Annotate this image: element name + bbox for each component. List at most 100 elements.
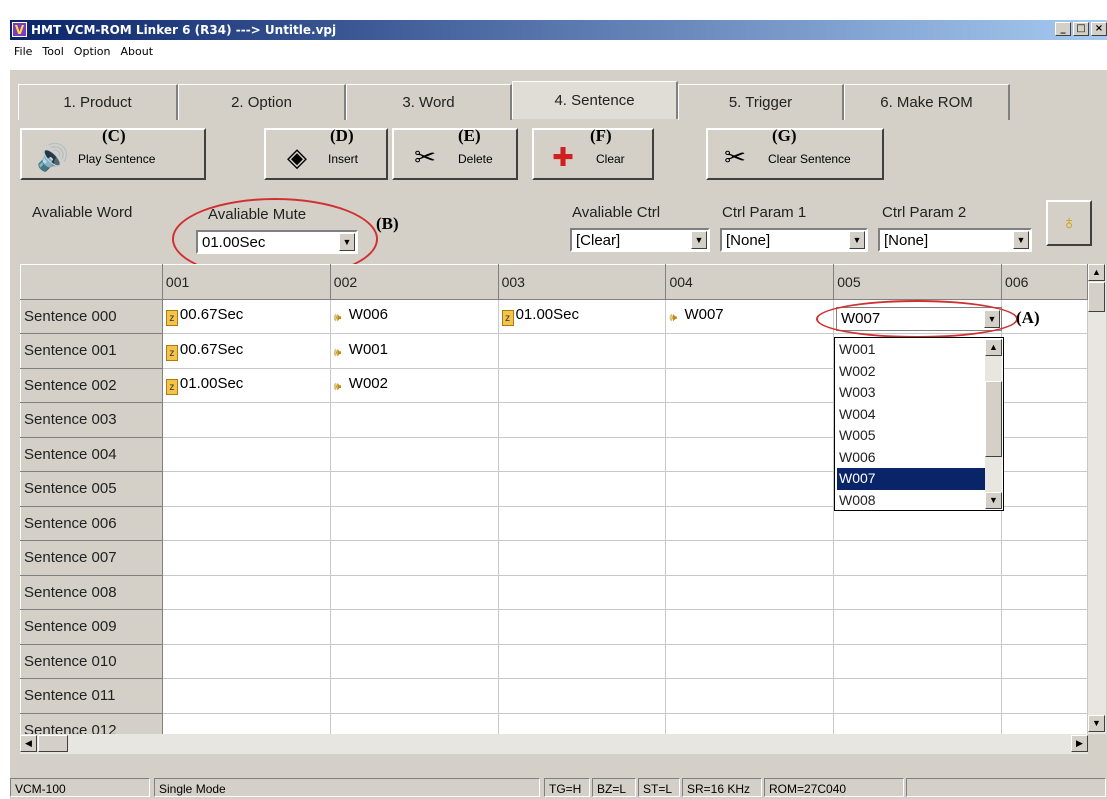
column-header[interactable]: 005: [833, 264, 1003, 300]
light-bulb-button[interactable]: ♁: [1046, 200, 1092, 246]
grid-cell[interactable]: [497, 505, 667, 541]
grid-cell[interactable]: [329, 402, 499, 438]
avail-ctrl-select[interactable]: [Clear] ▼: [570, 228, 710, 252]
dropdown-option[interactable]: W008: [837, 490, 985, 512]
grid-cell[interactable]: [833, 540, 1003, 576]
dropdown-option[interactable]: W007: [837, 468, 985, 490]
maximize-button[interactable]: □: [1073, 22, 1089, 36]
grid-cell[interactable]: [497, 367, 667, 403]
grid-cell[interactable]: [665, 540, 835, 576]
grid-cell[interactable]: [329, 574, 499, 610]
grid-cell[interactable]: [497, 402, 667, 438]
grid-cell[interactable]: [833, 678, 1003, 714]
grid-cell[interactable]: [497, 712, 667, 734]
grid-cell[interactable]: [161, 678, 331, 714]
minimize-button[interactable]: _: [1055, 22, 1071, 36]
grid-cell[interactable]: [497, 609, 667, 645]
grid-cell[interactable]: 🕪 W006: [329, 298, 499, 334]
scroll-thumb[interactable]: [1088, 282, 1105, 312]
grid-cell[interactable]: [161, 471, 331, 507]
grid-cell[interactable]: [665, 402, 835, 438]
grid-cell[interactable]: 🕪 W002: [329, 367, 499, 403]
dropdown-option[interactable]: W001: [837, 339, 985, 361]
grid-cell[interactable]: [497, 436, 667, 472]
grid-cell[interactable]: [161, 609, 331, 645]
grid-cell[interactable]: [665, 471, 835, 507]
grid-cell[interactable]: [1001, 540, 1088, 576]
grid-cell[interactable]: [1001, 367, 1088, 403]
grid-cell[interactable]: [833, 574, 1003, 610]
grid-cell[interactable]: [161, 574, 331, 610]
grid-cell[interactable]: [665, 678, 835, 714]
row-header[interactable]: Sentence 010: [20, 643, 163, 679]
grid-cell[interactable]: [161, 402, 331, 438]
chevron-down-icon[interactable]: ▼: [849, 231, 865, 249]
tab-option[interactable]: 2. Option: [178, 84, 346, 120]
grid-cell[interactable]: [1001, 643, 1088, 679]
row-header[interactable]: Sentence 004: [20, 436, 163, 472]
tab-sentence[interactable]: 4. Sentence: [512, 81, 678, 119]
grid-cell[interactable]: [665, 367, 835, 403]
grid-cell[interactable]: [497, 333, 667, 369]
grid-cell[interactable]: [497, 540, 667, 576]
grid-cell[interactable]: [497, 574, 667, 610]
dropdown-option[interactable]: W002: [837, 361, 985, 383]
grid-cell[interactable]: [329, 609, 499, 645]
dropdown-scrollbar[interactable]: ▲ ▼: [985, 339, 1002, 509]
grid-cell[interactable]: [665, 574, 835, 610]
grid-cell[interactable]: [497, 678, 667, 714]
row-header[interactable]: Sentence 009: [20, 609, 163, 645]
dropdown-option[interactable]: W003: [837, 382, 985, 404]
grid-cell[interactable]: [1001, 471, 1088, 507]
dropdown-option[interactable]: W005: [837, 425, 985, 447]
menu-file[interactable]: File: [14, 42, 32, 62]
scroll-down-icon[interactable]: ▼: [985, 492, 1002, 509]
tab-product[interactable]: 1. Product: [18, 84, 178, 120]
grid-cell[interactable]: 🕪 W001: [329, 333, 499, 369]
grid-cell[interactable]: [329, 712, 499, 734]
grid-cell[interactable]: [833, 505, 1003, 541]
grid-cell[interactable]: [161, 712, 331, 734]
column-header[interactable]: 003: [497, 264, 667, 300]
column-header[interactable]: 002: [329, 264, 499, 300]
row-header[interactable]: Sentence 011: [20, 678, 163, 714]
tab-make-rom[interactable]: 6. Make ROM: [844, 84, 1010, 120]
vertical-scrollbar[interactable]: ▲ ▼: [1088, 264, 1106, 734]
grid-cell[interactable]: [497, 643, 667, 679]
grid-cell[interactable]: [1001, 712, 1088, 734]
grid-cell[interactable]: z 01.00Sec: [161, 367, 331, 403]
grid-cell[interactable]: [1001, 609, 1088, 645]
grid-cell[interactable]: [329, 678, 499, 714]
tab-word[interactable]: 3. Word: [346, 84, 512, 120]
grid-cell[interactable]: [161, 643, 331, 679]
scroll-up-icon[interactable]: ▲: [1088, 264, 1105, 281]
grid-cell[interactable]: [161, 505, 331, 541]
scroll-left-icon[interactable]: ◀: [20, 735, 37, 752]
row-header[interactable]: Sentence 007: [20, 540, 163, 576]
grid-cell[interactable]: [329, 643, 499, 679]
column-header[interactable]: 004: [665, 264, 835, 300]
insert-button[interactable]: ◈ Insert: [264, 128, 388, 180]
grid-cell[interactable]: [1001, 678, 1088, 714]
ctrl-param1-select[interactable]: [None] ▼: [720, 228, 868, 252]
menu-option[interactable]: Option: [74, 42, 111, 62]
delete-button[interactable]: ✂ Delete: [392, 128, 518, 180]
row-header[interactable]: Sentence 003: [20, 402, 163, 438]
grid-cell[interactable]: [1001, 333, 1088, 369]
grid-cell[interactable]: [665, 505, 835, 541]
grid-cell[interactable]: z 00.67Sec: [161, 298, 331, 334]
horizontal-scrollbar[interactable]: ◀ ▶: [20, 734, 1088, 754]
grid-cell[interactable]: [665, 643, 835, 679]
app-icon[interactable]: V: [12, 22, 27, 37]
grid-cell[interactable]: [665, 712, 835, 734]
grid-cell[interactable]: [665, 436, 835, 472]
grid-cell[interactable]: [833, 643, 1003, 679]
scroll-right-icon[interactable]: ▶: [1071, 735, 1088, 752]
grid-cell[interactable]: [833, 609, 1003, 645]
grid-cell[interactable]: [497, 471, 667, 507]
grid-cell[interactable]: z 00.67Sec: [161, 333, 331, 369]
row-header[interactable]: Sentence 006: [20, 505, 163, 541]
row-header[interactable]: Sentence 012: [20, 712, 163, 734]
grid-cell[interactable]: [161, 436, 331, 472]
row-header[interactable]: Sentence 000: [20, 298, 163, 334]
